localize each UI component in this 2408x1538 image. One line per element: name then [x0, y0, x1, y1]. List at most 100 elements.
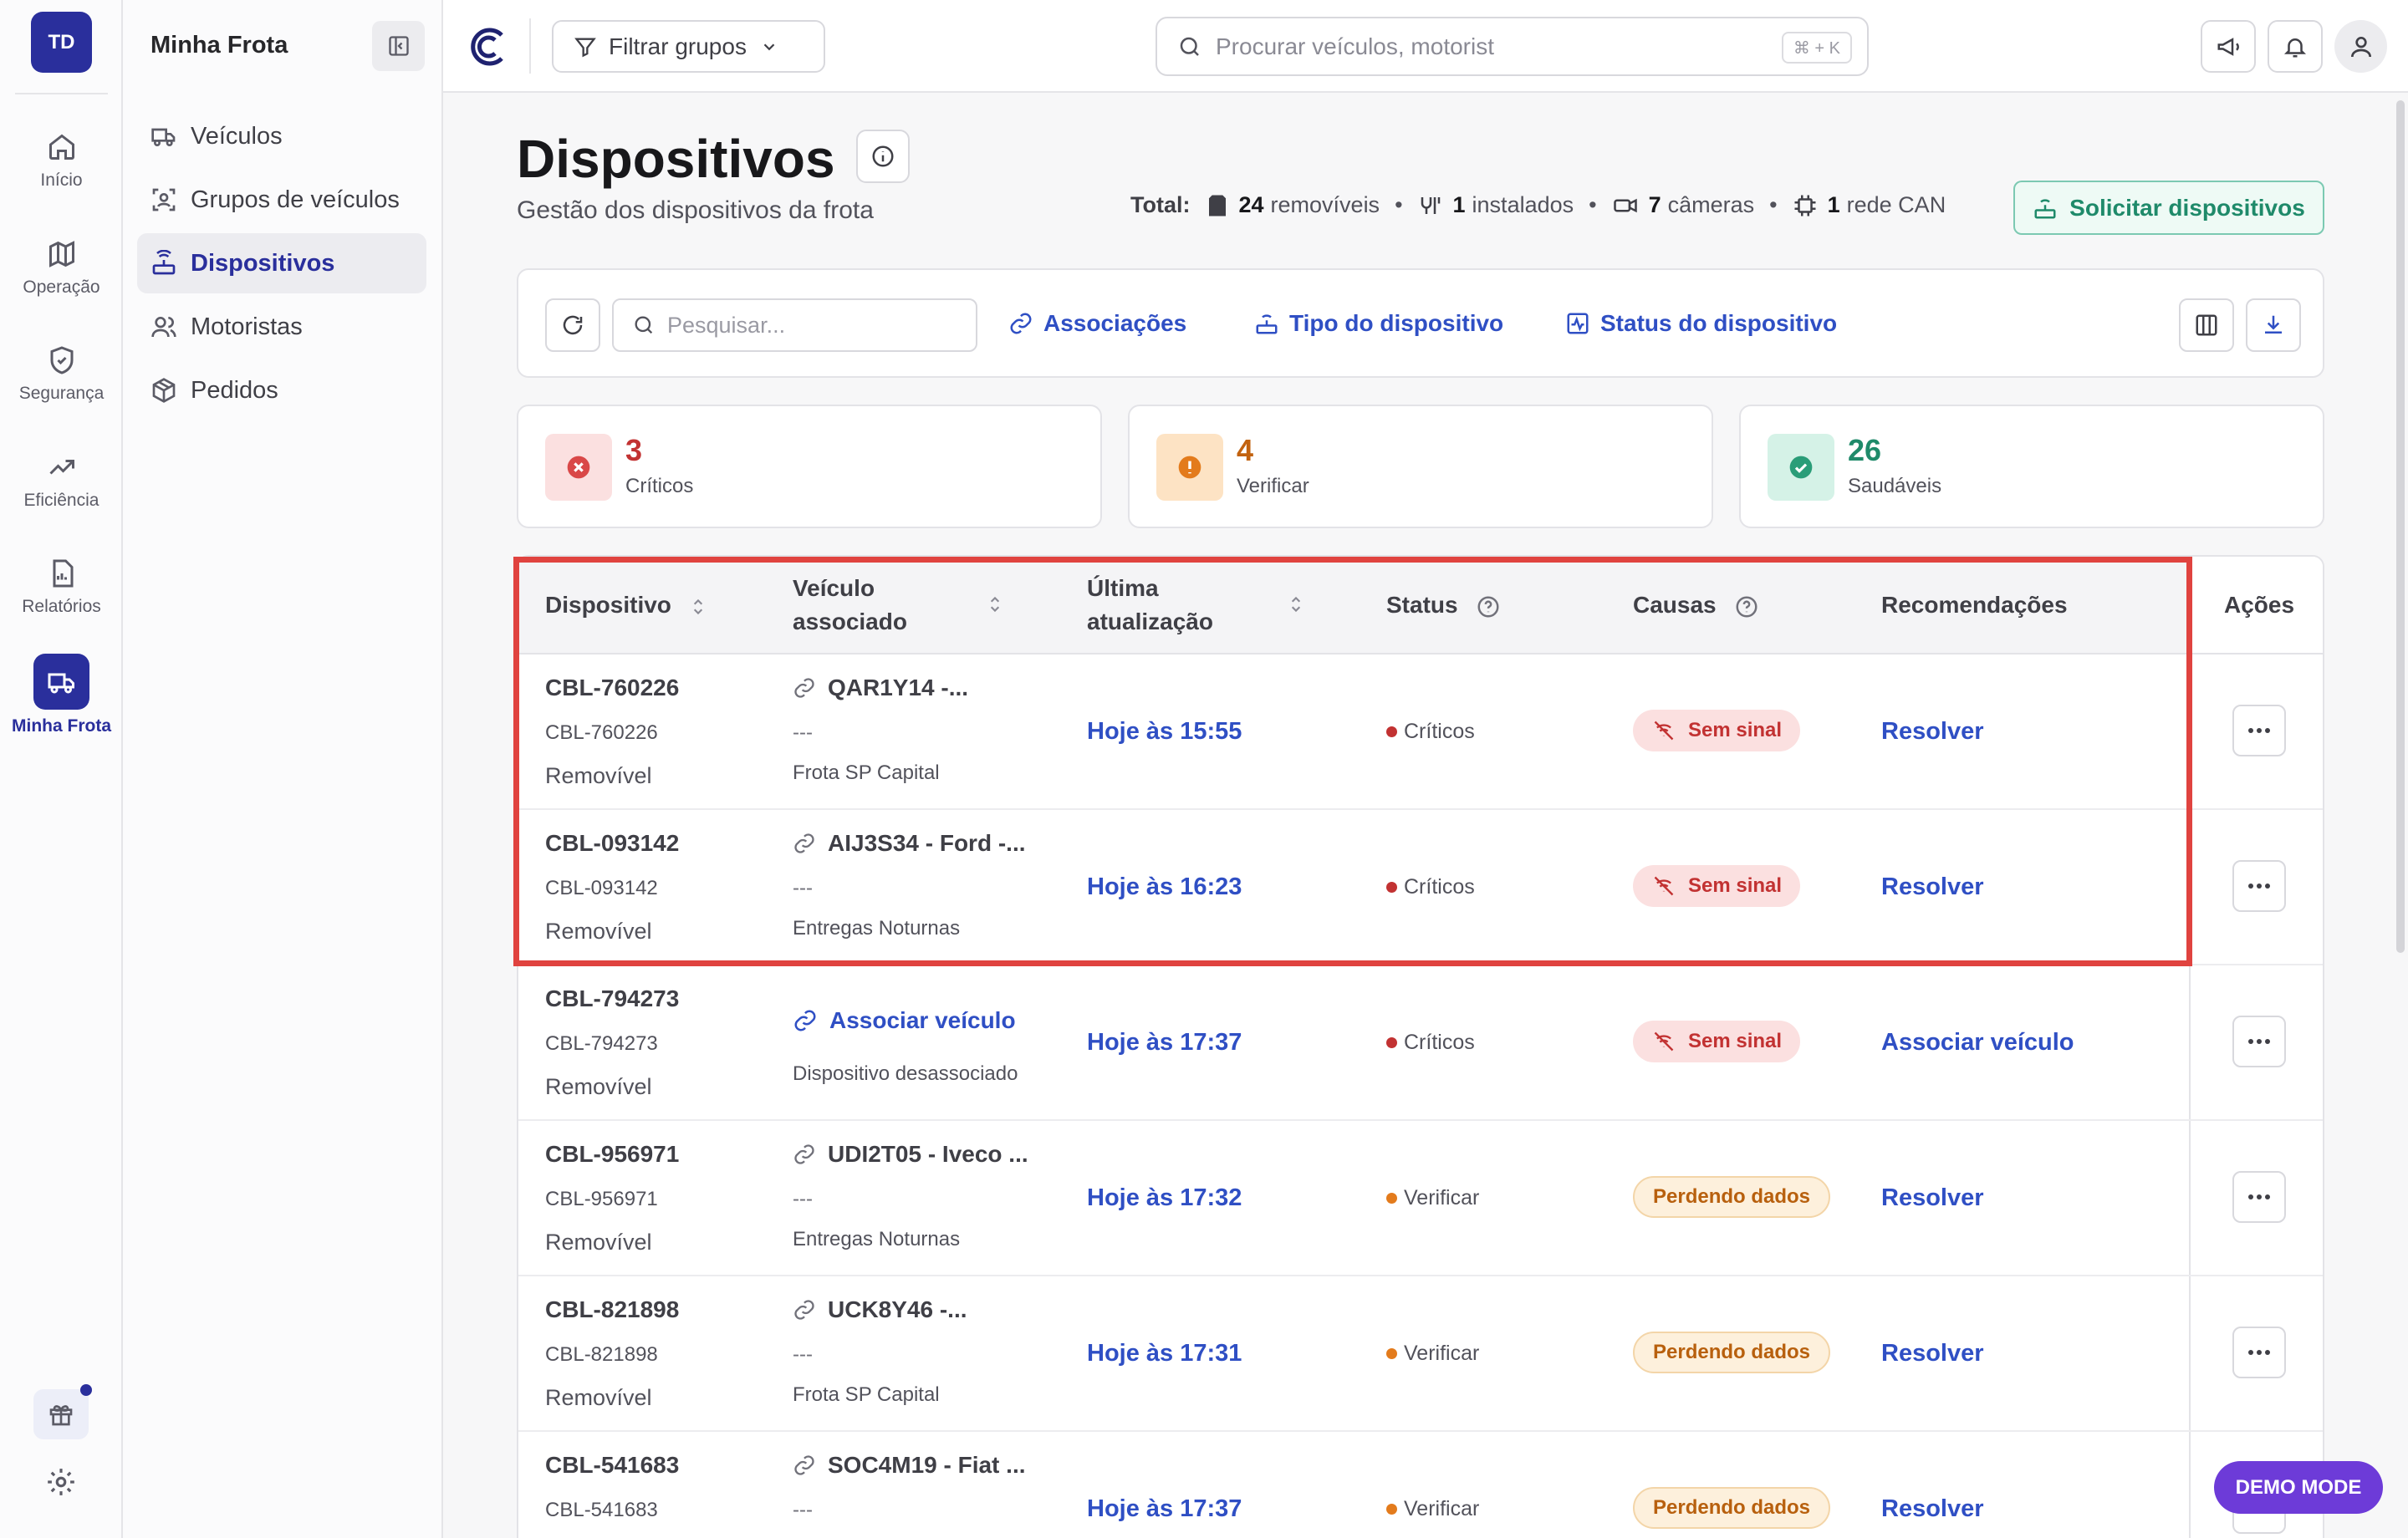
sidebar-item-dispositivos[interactable]: Dispositivos	[137, 233, 426, 293]
sidebar-item-label: Grupos de veículos	[191, 186, 400, 213]
associations-filter[interactable]: Associações	[1008, 310, 1186, 337]
rail-item-relatorios[interactable]: Relatórios	[0, 558, 123, 617]
sidebar-item-motoristas[interactable]: Motoristas	[137, 297, 426, 357]
truck-icon	[151, 128, 176, 146]
status-dot	[1386, 1504, 1397, 1515]
table-row[interactable]: CBL-093142 CBL-093142 Removível AIJ3S34 …	[518, 810, 2323, 965]
rail-item-minha-frota[interactable]: Minha Frota	[0, 654, 123, 736]
associate-vehicle-link[interactable]: Associar veículo	[793, 1007, 1016, 1034]
vehicle-group: Frota SP Capital	[793, 1383, 940, 1406]
table-search-input[interactable]	[667, 312, 968, 339]
last-update[interactable]: Hoje às 15:55	[1087, 718, 1242, 746]
row-actions-button[interactable]	[2232, 1327, 2286, 1378]
device-type: Removível	[545, 763, 652, 788]
row-actions-button[interactable]	[2232, 860, 2286, 912]
summary-card-healthy[interactable]: 26 Saudáveis	[1739, 405, 2324, 528]
global-search[interactable]: ⌘ + K	[1156, 17, 1869, 76]
logo-icon	[471, 28, 503, 66]
device-name: CBL-093142	[545, 830, 680, 856]
device-status-label: Status do dispositivo	[1600, 310, 1838, 336]
page-scrollbar[interactable]	[2396, 100, 2405, 953]
sidebar-item-grupos[interactable]: Grupos de veículos	[137, 170, 426, 230]
demo-mode-badge[interactable]: DEMO MODE	[2214, 1461, 2383, 1514]
header-device[interactable]: Dispositivo	[545, 588, 707, 622]
sidebar-collapse-icon	[388, 36, 409, 56]
more-icon	[2248, 1350, 2270, 1355]
vehicle-group: Entregas Noturnas	[793, 917, 961, 940]
vehicle-link[interactable]: SOC4M19 - Fiat ...	[793, 1452, 1026, 1479]
recommendation-link[interactable]: Resolver	[1881, 873, 1984, 901]
sort-icon[interactable]	[987, 593, 1003, 615]
recommendation-link[interactable]: Associar veículo	[1881, 1029, 2074, 1057]
rail-item-seguranca[interactable]: Segurança	[0, 345, 123, 404]
rail-item-eficiencia[interactable]: Eficiência	[0, 452, 123, 511]
help-icon[interactable]	[1734, 594, 1759, 619]
header-vehicle[interactable]: Veículo associado	[793, 572, 977, 639]
app: TD Início Operação Segurança Eficiência …	[0, 0, 2408, 1538]
header-updated[interactable]: Última atualização	[1087, 572, 1271, 639]
status-dot	[1386, 882, 1397, 893]
help-icon[interactable]	[1476, 594, 1501, 619]
row-actions-button[interactable]	[2232, 705, 2286, 756]
recommendation-link[interactable]: Resolver	[1881, 718, 1984, 746]
summary-card-verify[interactable]: 4 Verificar	[1128, 405, 1713, 528]
sidebar-item-pedidos[interactable]: Pedidos	[137, 360, 426, 420]
settings-button[interactable]	[45, 1466, 77, 1502]
last-update[interactable]: Hoje às 17:32	[1087, 1184, 1242, 1212]
summary-card-critical[interactable]: 3 Críticos	[517, 405, 1102, 528]
notifications-button[interactable]	[2268, 20, 2323, 73]
vehicle-name: UCK8Y46 -...	[828, 1296, 967, 1322]
vehicle-link[interactable]: QAR1Y14 -...	[793, 675, 968, 701]
last-update[interactable]: Hoje às 17:31	[1087, 1340, 1242, 1367]
last-update[interactable]: Hoje às 16:23	[1087, 873, 1242, 901]
recommendation-link[interactable]: Resolver	[1881, 1340, 1984, 1367]
rail-item-operacao[interactable]: Operação	[0, 239, 123, 298]
avatar[interactable]: TD	[31, 12, 92, 73]
device-type-label: Tipo do dispositivo	[1289, 310, 1504, 336]
truck-icon	[48, 673, 74, 693]
rail-divider	[15, 93, 108, 94]
recommendation-link[interactable]: Resolver	[1881, 1184, 1984, 1212]
table-row[interactable]: CBL-956971 CBL-956971 Removível UDI2T05 …	[518, 1121, 2323, 1276]
recommendation-link[interactable]: Resolver	[1881, 1495, 1984, 1523]
brand-logo[interactable]	[468, 25, 508, 73]
collapse-sidebar-button[interactable]	[372, 21, 425, 71]
device-status-filter[interactable]: Status do dispositivo	[1565, 310, 1837, 337]
header-actions-cell: Ações	[2191, 557, 2323, 654]
row-actions-button[interactable]	[2232, 1171, 2286, 1223]
rail-item-inicio[interactable]: Início	[0, 132, 123, 191]
vehicle-link[interactable]: UCK8Y46 -...	[793, 1296, 967, 1323]
cause-text: Sem sinal	[1688, 874, 1783, 897]
refresh-icon	[563, 315, 583, 335]
row-actions-button[interactable]	[2232, 1016, 2286, 1067]
sidebar-item-veiculos[interactable]: Veículos	[137, 106, 426, 166]
vehicle-link[interactable]: UDI2T05 - Iveco ...	[793, 1141, 1028, 1168]
columns-button[interactable]	[2179, 298, 2234, 352]
table-row[interactable]: CBL-821898 CBL-821898 Removível UCK8Y46 …	[518, 1276, 2323, 1432]
global-search-input[interactable]	[1216, 33, 1717, 60]
table-search[interactable]	[612, 298, 977, 352]
check-circle-icon	[1789, 456, 1813, 479]
sidebar: Minha Frota Veículos Grupos de veículos …	[123, 0, 443, 1538]
sort-icon[interactable]	[1288, 593, 1304, 615]
download-button[interactable]	[2246, 298, 2301, 352]
request-devices-button[interactable]: Solicitar dispositivos	[2013, 181, 2324, 235]
last-update[interactable]: Hoje às 17:37	[1087, 1029, 1242, 1057]
page-info-button[interactable]	[856, 130, 910, 183]
announcements-button[interactable]	[2201, 20, 2256, 73]
refresh-button[interactable]	[545, 298, 600, 352]
vehicle-link[interactable]: AIJ3S34 - Ford -...	[793, 830, 1026, 857]
table-row[interactable]: CBL-760226 CBL-760226 Removível QAR1Y14 …	[518, 654, 2323, 810]
gift-button[interactable]	[33, 1384, 92, 1439]
last-update[interactable]: Hoje às 17:37	[1087, 1495, 1242, 1523]
rail-label: Minha Frota	[12, 716, 111, 736]
user-menu-button[interactable]	[2334, 20, 2387, 73]
total-cameras-count: 7	[1648, 192, 1661, 217]
device-type-filter[interactable]: Tipo do dispositivo	[1254, 310, 1503, 337]
device-id: CBL-541683	[545, 1499, 658, 1521]
table-row[interactable]: CBL-541683 CBL-541683 SOC4M19 - Fiat ...…	[518, 1432, 2323, 1538]
filter-groups-button[interactable]: Filtrar grupos	[552, 20, 825, 73]
devices-table: Dispositivo Veículo associado Última atu…	[517, 555, 2324, 1538]
total-removable-count: 24	[1238, 192, 1264, 217]
table-row[interactable]: CBL-794273 CBL-794273 Removível Associar…	[518, 965, 2323, 1121]
